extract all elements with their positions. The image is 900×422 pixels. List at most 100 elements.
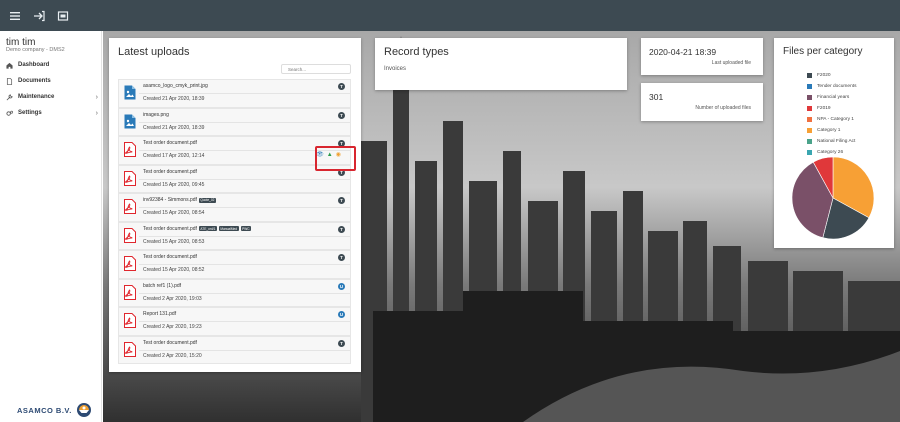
- file-name[interactable]: inv92384 - Simmons.pdf Quote_02: [143, 197, 216, 203]
- uploader-badge: T: [338, 339, 345, 347]
- uploader-badge: T: [338, 83, 345, 90]
- company-name: Demo company - DMS2: [6, 47, 65, 53]
- file-name[interactable]: Test order document.pdf: [143, 169, 197, 175]
- row-divider: [139, 207, 350, 208]
- sidebar-item-label: Maintenance: [18, 94, 55, 100]
- uploaded-count-label: Number of uploaded files: [695, 105, 751, 111]
- sidebar-item-documents[interactable]: Documents: [6, 73, 98, 89]
- row-divider: [139, 93, 350, 94]
- image-file-icon: [124, 114, 136, 128]
- legend-swatch: [807, 150, 812, 155]
- legend-label: Category 26: [817, 150, 844, 155]
- search-box[interactable]: [281, 64, 351, 74]
- legend-label: F2020: [817, 73, 831, 78]
- image-file-icon: [124, 85, 136, 100]
- sidebar-item-label: Settings: [18, 110, 42, 116]
- file-name[interactable]: Test order document.pdf ATE_ord/1 ManualMe…: [143, 225, 252, 232]
- pie-chart: [791, 156, 875, 240]
- file-name-text: Test order document.pdf: [143, 225, 197, 232]
- uploader-badge: U: [338, 311, 345, 318]
- document-tag: PWC: [240, 226, 252, 231]
- sidebar-item-label: Dashboard: [18, 62, 50, 68]
- sidebar-item-maintenance[interactable]: Maintenance ›: [6, 89, 98, 105]
- legend-label: National Filing Act: [817, 139, 856, 144]
- file-name[interactable]: images.png: [143, 112, 169, 118]
- record-type-value: Invoices: [384, 66, 407, 72]
- top-bar: [0, 0, 900, 31]
- file-name[interactable]: batch ref1 (1).pdf: [143, 283, 181, 289]
- logo-text: ASAMCO B.V.: [17, 405, 72, 415]
- upload-list-item[interactable]: batch ref1 (1).pdf Created 2 Apr 2020, 19…: [118, 278, 351, 307]
- legend-item[interactable]: National Filing Act: [807, 136, 856, 147]
- latest-uploads-title: Latest uploads: [118, 46, 190, 58]
- legend-item[interactable]: Tender documents: [807, 81, 856, 92]
- row-divider: [139, 178, 350, 180]
- document-tag: ATE_ord/1: [198, 226, 217, 231]
- legend-label: Category 1: [817, 128, 841, 133]
- pdf-file-icon: [124, 142, 136, 157]
- pdf-file-icon: [124, 284, 136, 300]
- row-divider: [139, 121, 350, 123]
- file-created-date: Created 15 Apr 2020, 08:54: [143, 210, 205, 216]
- file-created-date: Created 2 Apr 2020, 19:03: [143, 295, 202, 302]
- row-divider: [139, 235, 350, 237]
- file-name-text: asamco_logo_cmyk_print.jpg: [143, 83, 208, 89]
- uploader-badge: T: [338, 111, 345, 119]
- legend-item[interactable]: F2019: [807, 103, 856, 114]
- pdf-file-icon: [124, 313, 136, 328]
- upload-list-item[interactable]: Report 131.pdf Created 2 Apr 2020, 19:23 U: [118, 307, 351, 336]
- uploader-badge: T: [338, 254, 345, 261]
- uploader-badge: U: [338, 282, 345, 290]
- sidebar: tim tim Demo company - DMS2 Dashboard Do…: [0, 31, 102, 422]
- files-per-category-card: Files per category F2020 Tender documents…: [774, 38, 894, 248]
- upload-list-item[interactable]: images.png Created 21 Apr 2020, 18:39 T: [118, 107, 351, 136]
- file-created-date: Created 15 Apr 2020, 08:53: [143, 238, 205, 245]
- window-icon[interactable]: [56, 9, 70, 23]
- record-types-title: Record types: [384, 46, 449, 58]
- legend-swatch: [807, 128, 812, 133]
- chevron-right-icon: ›: [95, 93, 98, 101]
- row-divider: [139, 321, 350, 322]
- last-uploaded-card: 2020-04-21 18:39 Last uploaded file: [641, 38, 763, 75]
- legend-swatch: [807, 84, 812, 89]
- file-name[interactable]: Report 131.pdf: [143, 311, 176, 317]
- file-name-text: batch ref1 (1).pdf: [143, 282, 182, 289]
- logout-icon[interactable]: [32, 9, 46, 23]
- logo-mark-icon: [76, 403, 91, 417]
- upload-list-item[interactable]: Test order document.pdf Created 2 Apr 202…: [118, 335, 351, 364]
- document-tag: ManualMed: [218, 226, 239, 231]
- file-name-text: Test order document.pdf: [143, 339, 197, 346]
- upload-list-item[interactable]: Test order document.pdf ATE_ord/1 ManualMe…: [118, 221, 351, 250]
- file-name-text: Test order document.pdf: [143, 140, 197, 146]
- file-name[interactable]: asamco_logo_cmyk_print.jpg: [143, 83, 208, 89]
- sidebar-nav: Dashboard Documents Maintenance › Settin…: [6, 57, 98, 121]
- legend-item[interactable]: Category 1: [807, 125, 856, 136]
- upload-list-item[interactable]: inv92384 - Simmons.pdf Quote_02 Created 15…: [118, 193, 351, 222]
- file-name-text: inv92384 - Simmons.pdf: [143, 197, 197, 203]
- pdf-file-icon: [124, 170, 136, 186]
- menu-icon[interactable]: [8, 9, 22, 23]
- file-name[interactable]: Test order document.pdf: [143, 140, 197, 146]
- upload-list-item[interactable]: Test order document.pdf Created 15 Apr 20…: [118, 250, 351, 279]
- uploader-badge: T: [338, 225, 345, 233]
- file-name[interactable]: Test order document.pdf: [143, 254, 197, 260]
- uploads-list: asamco_logo_cmyk_print.jpg Created 21 Apr…: [118, 79, 351, 364]
- chevron-right-icon: ›: [95, 109, 98, 117]
- legend-item[interactable]: NPA - Category 1: [807, 114, 856, 125]
- file-name-text: Report 131.pdf: [143, 311, 177, 317]
- pdf-file-icon: [124, 199, 136, 214]
- row-divider: [139, 292, 350, 294]
- upload-list-item[interactable]: asamco_logo_cmyk_print.jpg Created 21 Apr…: [118, 79, 351, 108]
- legend-item[interactable]: Financial years: [807, 92, 856, 103]
- gears-icon: [6, 110, 13, 117]
- legend-label: F2019: [817, 106, 831, 111]
- sidebar-item-settings[interactable]: Settings ›: [6, 105, 98, 121]
- uploaded-count-card: 301 Number of uploaded files: [641, 83, 763, 121]
- actions-highlight-box: [315, 146, 356, 171]
- legend-item[interactable]: F2020: [807, 70, 856, 81]
- file-created-date: Created 15 Apr 2020, 08:52: [143, 267, 205, 273]
- home-icon: [6, 62, 13, 69]
- sidebar-item-dashboard[interactable]: Dashboard: [6, 57, 98, 73]
- search-input[interactable]: [288, 66, 342, 72]
- file-name[interactable]: Test order document.pdf: [143, 340, 197, 346]
